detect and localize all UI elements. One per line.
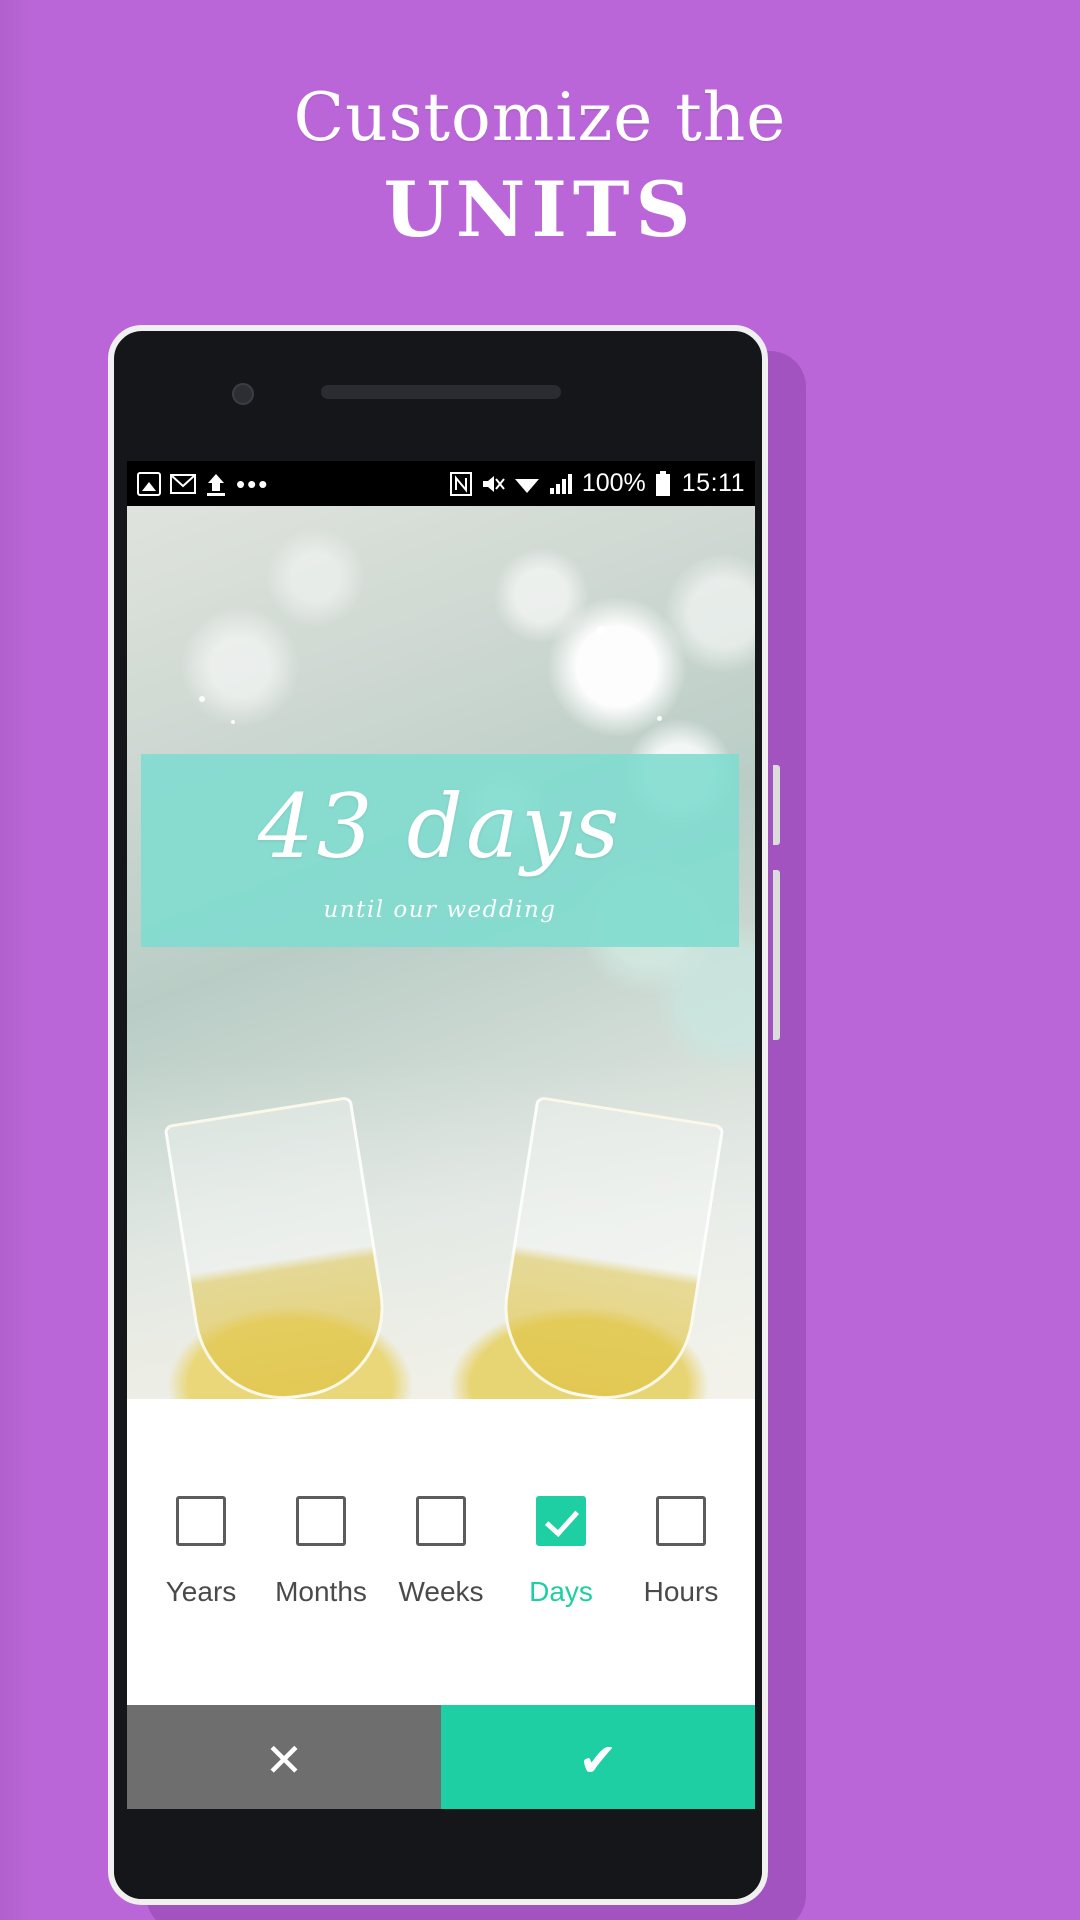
sparkle-dot <box>199 696 205 702</box>
sparkle-dot <box>231 720 235 724</box>
unit-option-weeks[interactable]: Weeks <box>386 1496 496 1608</box>
countdown-value: 43 days <box>257 774 623 878</box>
status-bar-left: ••• <box>137 471 269 497</box>
unit-label-months: Months <box>275 1576 367 1607</box>
unit-option-months[interactable]: Months <box>266 1496 376 1608</box>
nfc-icon <box>449 471 472 496</box>
unit-label-hours: Hours <box>643 1576 719 1607</box>
units-selector: Years Months Weeks Days Hours <box>127 1399 755 1705</box>
headline-line-1: Customize the <box>293 79 787 156</box>
checkbox-years[interactable] <box>176 1496 226 1546</box>
confirm-button[interactable]: ✔ <box>441 1705 755 1815</box>
status-bar-right: 100% 15:11 <box>449 469 745 498</box>
earpiece-speaker <box>321 385 561 399</box>
unit-option-days[interactable]: Days <box>506 1496 616 1608</box>
power-button[interactable] <box>773 765 780 845</box>
image-icon <box>137 471 161 496</box>
mute-icon <box>481 472 505 496</box>
cancel-button[interactable]: ✕ <box>127 1705 441 1815</box>
sparkle-dot <box>597 626 605 634</box>
checkbox-weeks[interactable] <box>416 1496 466 1546</box>
checkbox-hours[interactable] <box>656 1496 706 1546</box>
checkbox-months[interactable] <box>296 1496 346 1546</box>
countdown-subtitle: until our wedding <box>323 896 557 923</box>
champagne-glass-left <box>163 1095 397 1399</box>
signal-icon <box>549 473 573 495</box>
battery-percent-label: 100% <box>581 469 646 497</box>
unit-label-years: Years <box>165 1576 237 1607</box>
champagne-glasses <box>127 1059 755 1399</box>
page-title: Customize the UNITS <box>0 78 1080 256</box>
unit-label-days: Days <box>529 1576 593 1607</box>
front-camera-icon <box>232 383 254 405</box>
phone-screen: ••• 100% 15:11 43 days until our wedding… <box>127 461 755 1815</box>
wifi-icon <box>514 473 540 495</box>
close-icon: ✕ <box>264 1733 304 1787</box>
unit-option-years[interactable]: Years <box>146 1496 256 1608</box>
promo-poster: Customize the UNITS ••• 100% 15:11 43 da… <box>0 0 1080 1920</box>
check-icon: ✔ <box>578 1733 618 1787</box>
countdown-photo-area[interactable]: 43 days until our wedding <box>127 506 755 1399</box>
unit-option-hours[interactable]: Hours <box>626 1496 736 1608</box>
volume-button[interactable] <box>773 870 780 1040</box>
phone-top-bezel <box>114 331 762 461</box>
headline-line-2: UNITS <box>383 165 697 254</box>
champagne-glass-right <box>491 1095 725 1399</box>
gmail-icon <box>170 473 196 494</box>
phone-bottom-bezel <box>114 1809 762 1899</box>
unit-label-weeks: Weeks <box>398 1576 484 1607</box>
sparkle-dot <box>657 716 662 721</box>
status-bar-clock: 15:11 <box>681 469 745 497</box>
checkbox-days[interactable] <box>536 1496 586 1546</box>
status-bar: ••• 100% 15:11 <box>127 461 755 506</box>
action-bar: ✕ ✔ <box>127 1705 755 1815</box>
countdown-card[interactable]: 43 days until our wedding <box>141 754 739 947</box>
battery-full-icon <box>655 470 671 497</box>
upload-icon <box>205 472 227 496</box>
phone-mockup: ••• 100% 15:11 43 days until our wedding… <box>108 325 806 1920</box>
phone-body: ••• 100% 15:11 43 days until our wedding… <box>108 325 768 1905</box>
more-dots-icon: ••• <box>236 468 270 499</box>
